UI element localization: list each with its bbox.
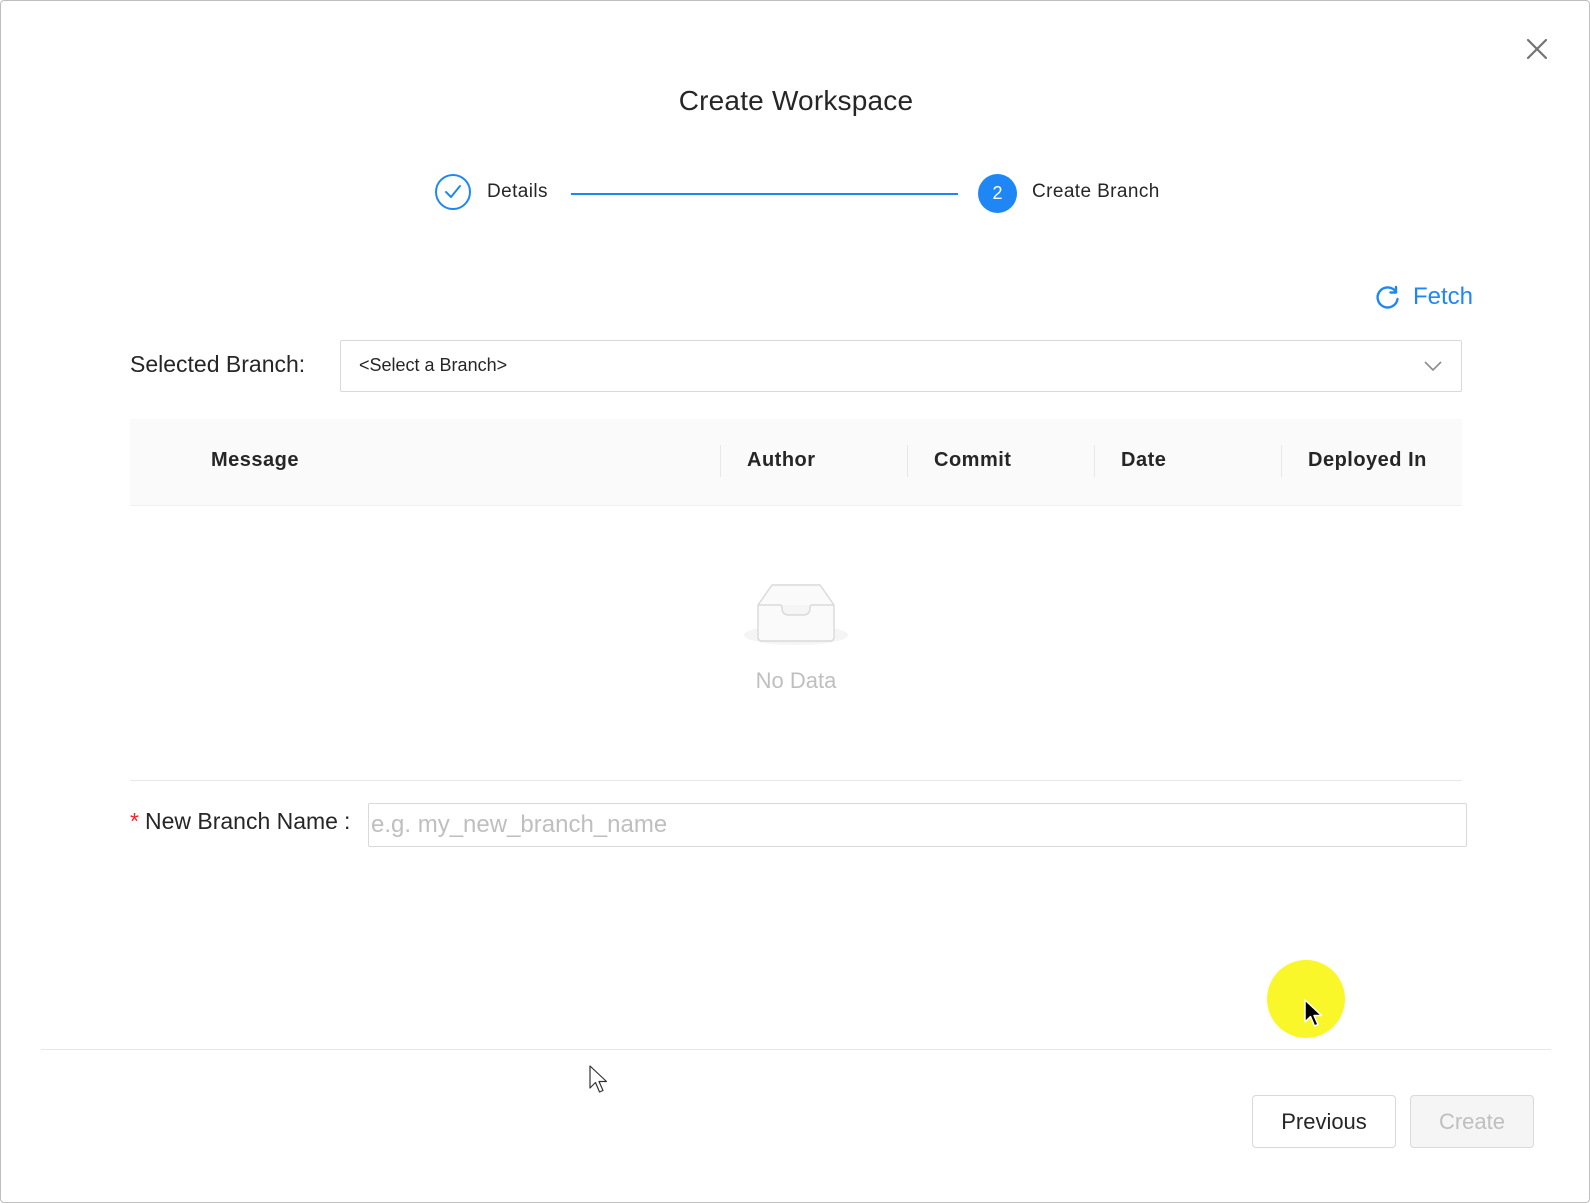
new-branch-name-label: * New Branch Name:	[130, 808, 350, 835]
branch-select[interactable]: <Select a Branch>	[340, 340, 1462, 392]
create-workspace-dialog: Create Workspace Details 2 Create Branch…	[0, 0, 1590, 1203]
step-details-indicator	[435, 174, 471, 210]
step-create-branch-indicator: 2	[978, 174, 1017, 213]
fetch-button[interactable]: Fetch	[1375, 281, 1473, 313]
chevron-down-icon	[1424, 361, 1442, 372]
table-divider	[130, 780, 1462, 781]
refresh-icon	[1376, 285, 1399, 309]
column-header-commit[interactable]: Commit	[934, 449, 1011, 472]
branch-select-value: <Select a Branch>	[359, 355, 508, 375]
dialog-title: Create Workspace	[678, 85, 914, 116]
inbox-icon	[744, 584, 848, 645]
empty-state-text: No Data	[755, 668, 837, 693]
check-icon	[445, 185, 461, 198]
column-divider	[720, 445, 721, 477]
step-create-branch-label: Create Branch	[1032, 181, 1160, 202]
empty-state	[1, 581, 1589, 656]
column-divider	[1281, 445, 1282, 477]
column-header-author[interactable]: Author	[747, 449, 816, 472]
footer-divider	[41, 1049, 1551, 1050]
new-branch-name-label-text: New Branch Name	[144, 808, 338, 834]
create-button[interactable]: Create	[1410, 1095, 1534, 1148]
column-header-message[interactable]: Message	[211, 449, 299, 472]
column-header-deployed-in[interactable]: Deployed In	[1308, 449, 1427, 472]
label-colon: :	[343, 808, 351, 834]
mouse-pointer-icon	[1304, 999, 1323, 1027]
selected-branch-label: Selected Branch:	[130, 351, 306, 377]
new-branch-name-input[interactable]	[368, 803, 1467, 847]
column-divider	[907, 445, 908, 477]
required-mark: *	[130, 808, 139, 834]
previous-button[interactable]: Previous	[1252, 1095, 1396, 1148]
fetch-label: Fetch	[1413, 283, 1474, 310]
step-connector	[571, 193, 958, 195]
commits-table-header: Message Author Commit Date Deployed In	[130, 419, 1462, 506]
step-details-label: Details	[487, 181, 548, 202]
close-icon[interactable]	[1523, 35, 1551, 63]
column-header-date[interactable]: Date	[1121, 449, 1166, 472]
mouse-pointer-icon	[589, 1065, 608, 1093]
column-divider	[1094, 445, 1095, 477]
